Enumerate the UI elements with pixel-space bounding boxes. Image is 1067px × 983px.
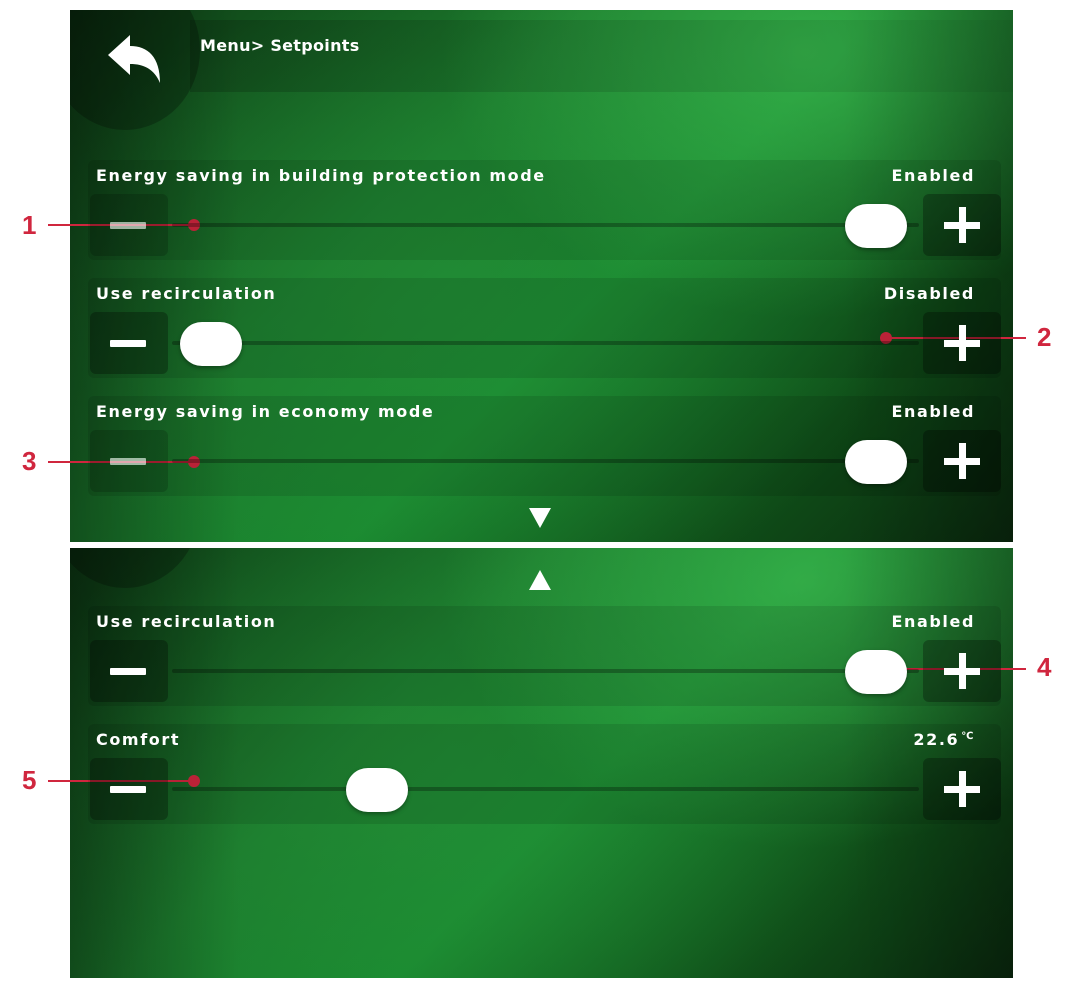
setting-label: Energy saving in economy mode — [96, 402, 435, 421]
setting-row-use-recirculation: Use recirculation Disabled — [88, 278, 1001, 378]
decrease-button[interactable] — [90, 194, 168, 256]
slider-knob[interactable] — [845, 204, 907, 248]
callout-number-5: 5 — [22, 765, 37, 795]
increase-button[interactable] — [923, 312, 1001, 374]
unit-label: ℃ — [961, 730, 975, 742]
slider-track[interactable] — [172, 459, 919, 463]
decrease-button[interactable] — [90, 640, 168, 702]
back-button-background — [70, 548, 200, 588]
setting-value: Enabled — [891, 166, 975, 185]
breadcrumb: Menu> Setpoints — [200, 36, 360, 55]
decrease-button[interactable] — [90, 758, 168, 820]
slider-knob[interactable] — [845, 440, 907, 484]
minus-icon — [110, 458, 146, 465]
setting-value: 22.6 ℃ — [913, 730, 975, 749]
slider-knob[interactable] — [180, 322, 242, 366]
slider-knob[interactable] — [845, 650, 907, 694]
triangle-down-icon[interactable] — [529, 508, 551, 528]
setting-label: Use recirculation — [96, 612, 277, 631]
callout-number-4: 4 — [1037, 652, 1052, 682]
triangle-up-icon[interactable] — [529, 570, 551, 590]
minus-icon — [110, 340, 146, 347]
setting-label: Use recirculation — [96, 284, 277, 303]
decrease-button[interactable] — [90, 312, 168, 374]
setting-row-energy-saving-building-protection: Energy saving in building protection mod… — [88, 160, 1001, 260]
back-button[interactable] — [100, 28, 170, 90]
minus-icon — [110, 668, 146, 675]
setting-value: Enabled — [891, 612, 975, 631]
slider-track[interactable] — [172, 341, 919, 345]
slider-knob[interactable] — [346, 768, 408, 812]
callout-number-3: 3 — [22, 446, 37, 476]
back-arrow-icon — [108, 35, 160, 83]
setting-row-comfort: Comfort 22.6 ℃ — [88, 724, 1001, 824]
setting-row-energy-saving-economy: Energy saving in economy mode Enabled — [88, 396, 1001, 496]
setting-value: Enabled — [891, 402, 975, 421]
slider-track[interactable] — [172, 223, 919, 227]
callout-number-2: 2 — [1037, 322, 1052, 352]
setting-value: Disabled — [883, 284, 975, 303]
minus-icon — [110, 222, 146, 229]
decrease-button[interactable] — [90, 430, 168, 492]
comfort-value: 22.6 — [913, 730, 960, 749]
minus-icon — [110, 786, 146, 793]
slider-track[interactable] — [172, 787, 919, 791]
header-bar — [190, 20, 1013, 92]
setting-label: Comfort — [96, 730, 181, 749]
setpoints-screen-bottom: Use recirculation Enabled Comfort 22.6 ℃ — [70, 548, 1013, 978]
setting-row-use-recirculation-enabled: Use recirculation Enabled — [88, 606, 1001, 706]
setpoints-screen-top: Menu> Setpoints Energy saving in buildin… — [70, 10, 1013, 542]
increase-button[interactable] — [923, 430, 1001, 492]
callout-number-1: 1 — [22, 210, 37, 240]
increase-button[interactable] — [923, 758, 1001, 820]
increase-button[interactable] — [923, 194, 1001, 256]
setting-label: Energy saving in building protection mod… — [96, 166, 546, 185]
slider-track[interactable] — [172, 669, 919, 673]
increase-button[interactable] — [923, 640, 1001, 702]
